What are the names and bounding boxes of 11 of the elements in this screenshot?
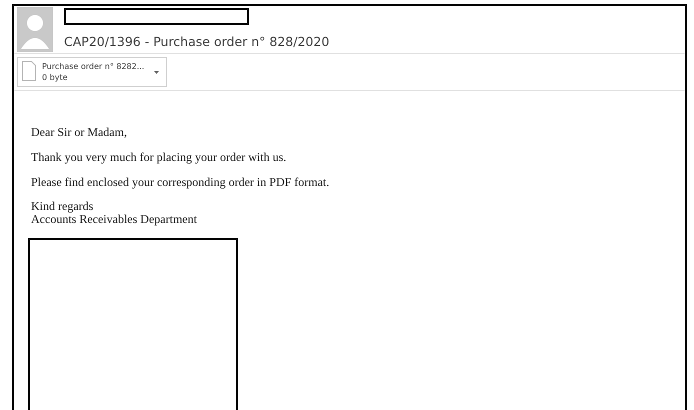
- dropdown-caret-icon: [154, 71, 160, 74]
- signature-line: Accounts Receivables Department: [31, 213, 198, 226]
- attachment-button[interactable]: Purchase order n° 8282... 0 byte: [17, 57, 167, 87]
- body-paragraph: Please find enclosed your corresponding order in PDF format.: [31, 175, 330, 189]
- email-subject: CAP20/1396 - Purchase order n° 828/2020: [64, 33, 330, 51]
- attachment-size: 0 byte: [42, 72, 69, 83]
- document-icon: [22, 61, 36, 81]
- body-paragraph: Thank you very much for placing your order with us.: [31, 150, 288, 164]
- body-paragraph: Dear Sir or Madam,: [31, 125, 128, 139]
- attachment-name: Purchase order n° 8282...: [42, 61, 144, 72]
- signature-line: Kind regards: [31, 200, 94, 213]
